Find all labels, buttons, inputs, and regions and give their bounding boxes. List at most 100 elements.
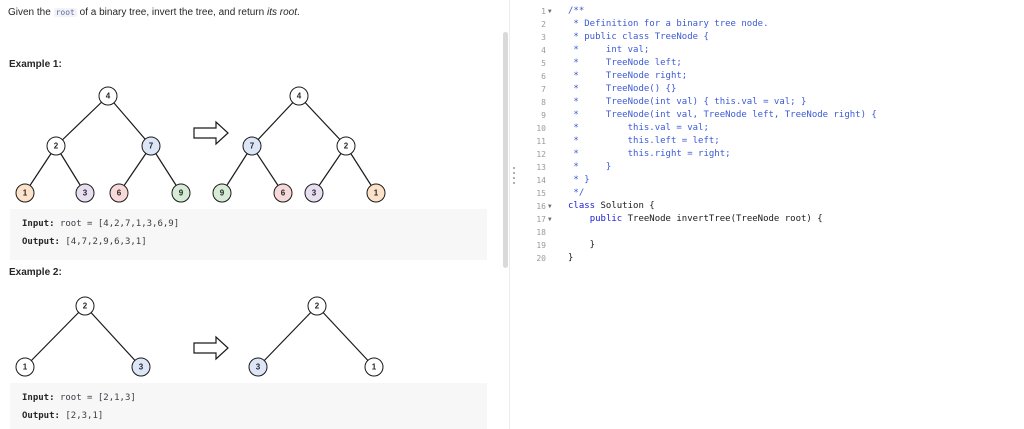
node-label: 2: [54, 142, 59, 151]
right-arrow-icon: [193, 120, 229, 146]
node-label: 6: [117, 189, 122, 198]
code-text: * this.right = right;: [568, 149, 731, 159]
code-line[interactable]: 9 * TreeNode(int val, TreeNode left, Tre…: [520, 109, 1020, 122]
output-value: [4,7,2,9,6,3,1]: [65, 237, 147, 247]
statement-text: of a binary tree, invert the tree, and r…: [76, 7, 267, 18]
code-text: * TreeNode right;: [568, 71, 688, 81]
code-line[interactable]: 15 */: [520, 187, 1020, 200]
line-number: 20: [536, 254, 546, 263]
problem-statement: Given the root of a binary tree, invert …: [8, 7, 300, 18]
code-text: * int val;: [568, 45, 650, 55]
example-1-io: Input: root = [4,2,7,1,3,6,9] Output: [4…: [10, 209, 487, 260]
line-number: 6: [541, 72, 546, 81]
node-label: 1: [23, 189, 28, 198]
line-number: 12: [536, 150, 546, 159]
right-arrow-icon: [193, 335, 229, 361]
code-text: * this.val = val;: [568, 123, 709, 133]
node-label: 9: [179, 189, 184, 198]
output-label: Output:: [22, 411, 60, 421]
code-line[interactable]: 10 * this.val = val;: [520, 122, 1020, 135]
node-label: 7: [149, 142, 154, 151]
node-label: 9: [220, 189, 225, 198]
node-label: 6: [281, 189, 286, 198]
line-number: 4: [541, 46, 546, 55]
code-line[interactable]: 3 * public class TreeNode {: [520, 31, 1020, 44]
code-line[interactable]: 8 * TreeNode(int val) { this.val = val; …: [520, 96, 1020, 109]
code-text: /**: [568, 6, 585, 16]
pane-resize-handle[interactable]: [512, 167, 516, 189]
output-value: [2,3,1]: [65, 411, 104, 421]
code-line[interactable]: 1 ▼ /**: [520, 5, 1020, 18]
fold-toggle-icon[interactable]: ▼: [548, 200, 556, 213]
code-line[interactable]: 17 ▼ public TreeNode invertTree(TreeNode …: [520, 213, 1020, 226]
line-number: 18: [536, 228, 546, 237]
node-label: 3: [256, 363, 261, 372]
line-number: 16: [536, 202, 546, 211]
code-line[interactable]: 7 * TreeNode() {}: [520, 83, 1020, 96]
code-line[interactable]: 16 ▼ class Solution {: [520, 200, 1020, 213]
node-label: 4: [106, 92, 111, 101]
code-line[interactable]: 14 * }: [520, 174, 1020, 187]
code-line[interactable]: 11 * this.left = left;: [520, 135, 1020, 148]
code-text: public TreeNode invertTree(TreeNode root…: [589, 214, 823, 224]
line-number: 7: [541, 85, 546, 94]
code-line[interactable]: 18: [520, 226, 1020, 239]
node-label: 4: [297, 92, 302, 101]
inline-code: root: [53, 8, 77, 17]
code-line[interactable]: 13 * }: [520, 161, 1020, 174]
code-text: class Solution {: [568, 201, 655, 211]
line-number: 2: [541, 20, 546, 29]
statement-text: .: [296, 7, 300, 18]
code-line[interactable]: 4 * int val;: [520, 44, 1020, 57]
input-label: Input:: [22, 393, 55, 403]
line-number: 1: [541, 7, 546, 16]
code-text: * TreeNode(int val) { this.val = val; }: [568, 97, 807, 107]
node-label: 3: [83, 189, 88, 198]
example-1-heading: Example 1:: [9, 59, 62, 70]
code-text: }: [568, 253, 574, 263]
line-number: 14: [536, 176, 546, 185]
code-text: }: [568, 240, 596, 250]
code-line[interactable]: 19 }: [520, 239, 1020, 252]
line-number: 8: [541, 98, 546, 107]
node-label: 2: [315, 302, 320, 311]
code-line[interactable]: 20}: [520, 252, 1020, 265]
code-line[interactable]: 12 * this.right = right;: [520, 148, 1020, 161]
line-number: 13: [536, 163, 546, 172]
node-label: 3: [312, 189, 317, 198]
line-number: 11: [536, 137, 546, 146]
input-line: Input: root = [4,2,7,1,3,6,9]: [22, 215, 487, 233]
node-label: 2: [83, 302, 88, 311]
code-editor[interactable]: 1 ▼/** 2 * Definition for a binary tree no…: [520, 5, 1020, 425]
line-number: 19: [536, 241, 546, 250]
example-2-diagram: 2 1 3 2 3 1: [15, 296, 384, 377]
code-text: * TreeNode(int val, TreeNode left, TreeN…: [568, 110, 877, 120]
statement-text: Given the: [8, 7, 54, 18]
code-text: * TreeNode left;: [568, 58, 682, 68]
fold-toggle-icon[interactable]: ▼: [548, 213, 556, 226]
line-number: 10: [536, 124, 546, 133]
input-line: Input: root = [2,1,3]: [22, 389, 487, 407]
description-scrollbar[interactable]: [503, 32, 508, 268]
node-label: 1: [372, 363, 377, 372]
code-text: * this.left = left;: [568, 136, 720, 146]
example-1-diagram: 4 2 7 1 3 6 9 4 7 2 9 6 3 1: [15, 86, 386, 203]
node-label: 1: [23, 363, 28, 372]
fold-toggle-icon[interactable]: ▼: [548, 5, 556, 18]
code-line[interactable]: 6 * TreeNode right;: [520, 70, 1020, 83]
input-value: root = [4,2,7,1,3,6,9]: [59, 219, 180, 229]
example-2-io: Input: root = [2,1,3] Output: [2,3,1]: [10, 383, 487, 429]
line-number: 5: [541, 59, 546, 68]
input-label: Input:: [22, 219, 55, 229]
code-text: * public class TreeNode {: [568, 32, 709, 42]
problem-description-pane: Given the root of a binary tree, invert …: [0, 0, 508, 429]
code-line[interactable]: 2 * Definition for a binary tree node.: [520, 18, 1020, 31]
code-text: * }: [568, 175, 590, 185]
line-number: 3: [541, 33, 546, 42]
pane-divider: [509, 0, 510, 429]
code-text: * Definition for a binary tree node.: [568, 19, 769, 29]
input-value: root = [2,1,3]: [59, 393, 136, 403]
output-line: Output: [4,7,2,9,6,3,1]: [22, 233, 487, 251]
code-line[interactable]: 5 * TreeNode left;: [520, 57, 1020, 70]
node-label: 2: [344, 142, 349, 151]
